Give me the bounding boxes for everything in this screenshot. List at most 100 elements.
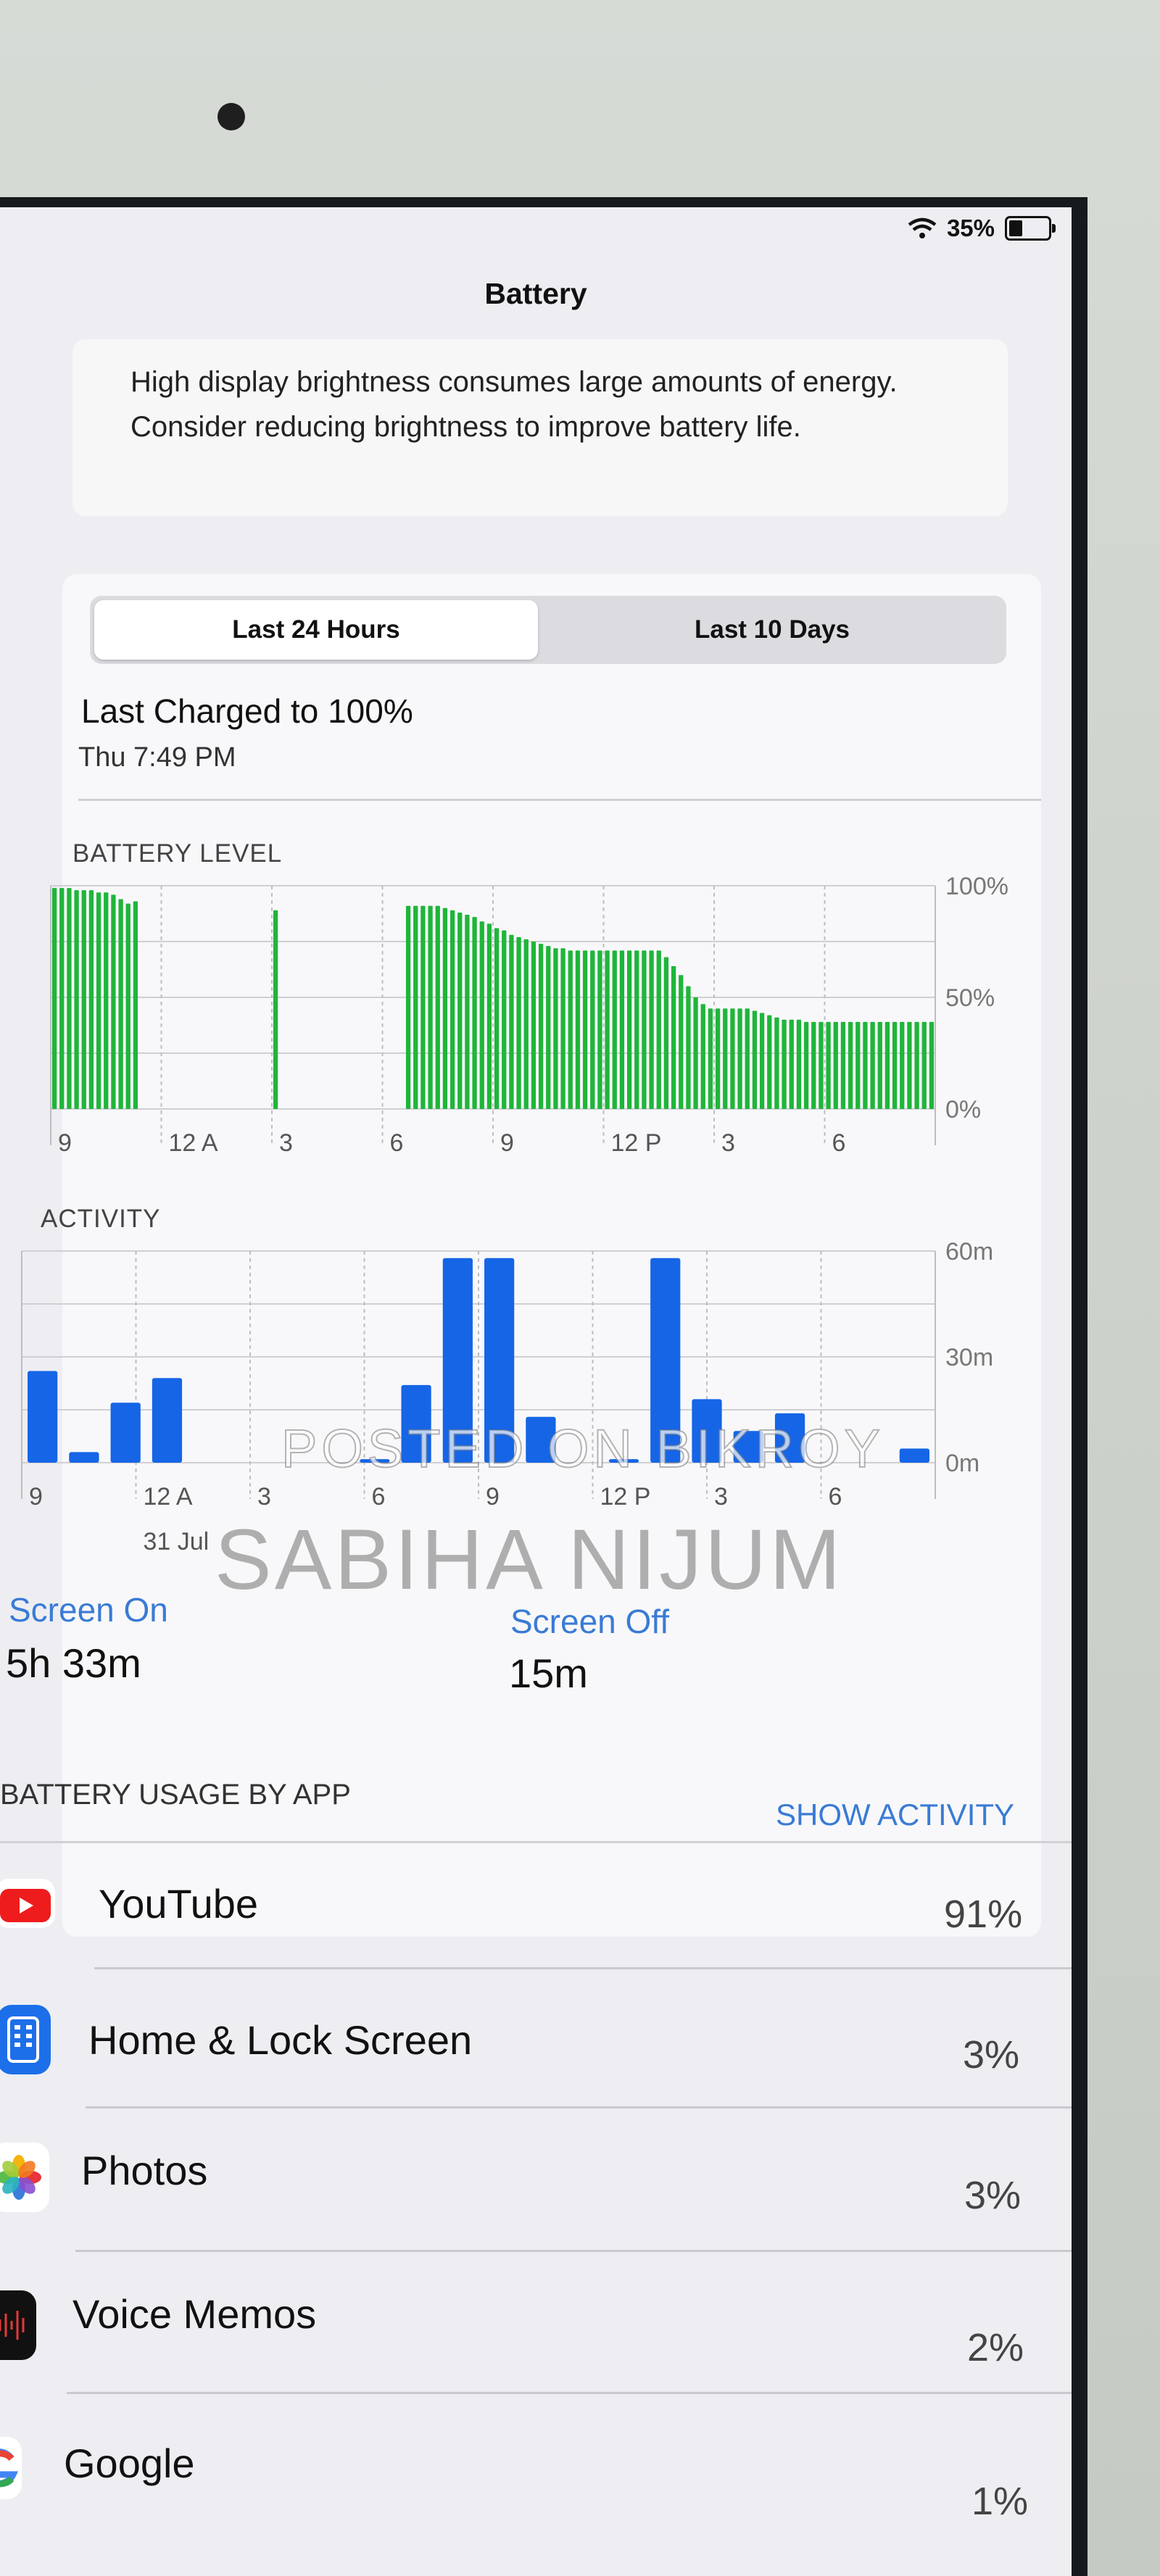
chart-bar: [118, 899, 123, 1109]
show-activity-button[interactable]: SHOW ACTIVITY: [776, 1798, 1014, 1832]
chart-bar: [582, 950, 588, 1109]
chart-bar: [125, 903, 130, 1109]
chart-bar: [737, 1008, 742, 1109]
y-tick-label: 0%: [945, 1096, 981, 1123]
chart-bar: [51, 888, 57, 1109]
chart-bar: [715, 1008, 721, 1109]
chart-bar: [649, 950, 654, 1109]
app-name: YouTube: [99, 1881, 259, 1927]
chart-bar: [104, 892, 109, 1109]
chart-bar: [575, 950, 581, 1109]
chart-bar: [892, 1021, 898, 1109]
app-percent: 3%: [964, 2174, 1022, 2217]
chart-bar: [848, 1021, 853, 1109]
chart-bar: [774, 1017, 779, 1109]
chart-bar: [708, 1008, 713, 1109]
x-tick-label: 9: [29, 1483, 43, 1511]
chart-bar: [759, 1013, 765, 1109]
battery-icon: [1005, 216, 1056, 241]
chart-bar: [553, 948, 558, 1109]
app-row-home-lock-screen[interactable]: Home & Lock Screen 3%: [0, 1976, 1072, 2114]
tab-last-10-days[interactable]: Last 10 Days: [542, 600, 1002, 660]
chart-bar: [819, 1021, 824, 1109]
chart-bar: [900, 1021, 905, 1109]
chart-bar: [730, 1008, 735, 1109]
time-range-segmented-control: Last 24 Hours Last 10 Days: [90, 596, 1006, 664]
chart-bar: [833, 1021, 838, 1109]
x-tick-label: 6: [832, 1129, 846, 1157]
app-percent: 1%: [972, 2480, 1029, 2523]
chart-bar: [796, 1019, 802, 1109]
y-tick-label: 30m: [945, 1344, 993, 1371]
chart-bar: [745, 1008, 750, 1109]
last-charged-time: Thu 7:49 PM: [78, 742, 236, 773]
chart-bar: [465, 915, 470, 1109]
chart-bar: [152, 1378, 183, 1463]
app-row-youtube[interactable]: YouTube 91%: [0, 1844, 1072, 1982]
chart-bar: [914, 1021, 919, 1109]
y-tick-label: 60m: [945, 1238, 993, 1266]
chart-bar: [899, 1448, 929, 1463]
tab-last-24-hours[interactable]: Last 24 Hours: [94, 600, 538, 660]
chart-bar: [28, 1371, 58, 1463]
chart-bar: [450, 910, 455, 1109]
battery-level-chart: 100% 50% 0% 9 12 A 3 6 9 12 P 3 6: [50, 877, 1008, 1157]
x-tick-label: 6: [390, 1129, 404, 1157]
y-tick-label: 0m: [945, 1450, 979, 1477]
chart-bar: [516, 936, 521, 1109]
x-tick-label: 6: [372, 1483, 386, 1511]
chart-bar: [826, 1021, 831, 1109]
app-name: Home & Lock Screen: [88, 2017, 473, 2063]
watermark-name: SABIHA NIJUM: [215, 1512, 844, 1608]
chart-bar: [273, 910, 278, 1109]
chart-bar: [752, 1010, 758, 1109]
page-title: Battery: [484, 277, 587, 310]
chart-bar: [531, 942, 536, 1109]
google-icon: [0, 2437, 22, 2499]
chart-bar: [700, 1004, 705, 1109]
app-name: Photos: [81, 2148, 208, 2193]
screen-off-label: Screen Off: [510, 1603, 670, 1640]
app-percent: 2%: [967, 2326, 1024, 2369]
chart-bar: [723, 1008, 728, 1109]
chart-bar: [110, 1403, 141, 1463]
chart-bar: [656, 950, 661, 1109]
chart-bar: [840, 1021, 846, 1109]
screen-off-value: 15m: [509, 1650, 588, 1696]
chart-bar: [693, 997, 698, 1109]
row-divider: [94, 1967, 1072, 1969]
app-row-photos[interactable]: Photos 3%: [0, 2115, 1072, 2253]
photos-icon: [0, 2143, 49, 2212]
x-tick-label: 3: [714, 1483, 728, 1511]
x-sub-label: 31 Jul: [144, 1528, 210, 1555]
app-name: Voice Memos: [72, 2291, 317, 2337]
chart-bar: [612, 950, 617, 1109]
app-row-google[interactable]: Google 1%: [0, 2401, 1072, 2538]
activity-label: ACTIVITY: [41, 1205, 161, 1233]
chart-bar: [88, 890, 94, 1109]
x-tick-label: 3: [279, 1129, 293, 1157]
chart-bar: [877, 1021, 882, 1109]
chart-bar: [856, 1021, 861, 1109]
voice-memos-icon: [0, 2290, 36, 2360]
chart-bar: [767, 1015, 772, 1109]
youtube-icon: [0, 1879, 55, 1928]
chart-bar: [479, 921, 484, 1109]
chart-bar: [502, 930, 507, 1109]
chart-bar: [59, 888, 65, 1109]
app-row-voice-memos[interactable]: Voice Memos 2%: [0, 2259, 1072, 2396]
x-tick-label: 9: [486, 1483, 500, 1511]
x-tick-label: 12 A: [144, 1483, 193, 1511]
last-charged-title: Last Charged to 100%: [81, 692, 413, 730]
battery-usage-header: BATTERY USAGE BY APP: [0, 1779, 351, 1811]
chart-bar: [686, 986, 691, 1109]
battery-percent: 35%: [946, 215, 995, 241]
chart-bar: [870, 1021, 875, 1109]
home-lock-screen-icon: [0, 2005, 51, 2074]
brightness-notice-text: High display brightness consumes large a…: [130, 366, 898, 443]
chart-bar: [523, 939, 529, 1109]
x-tick-label: 12 P: [611, 1129, 662, 1157]
chart-bar: [863, 1021, 868, 1109]
chart-bar: [81, 890, 86, 1109]
chart-bar: [929, 1021, 935, 1109]
